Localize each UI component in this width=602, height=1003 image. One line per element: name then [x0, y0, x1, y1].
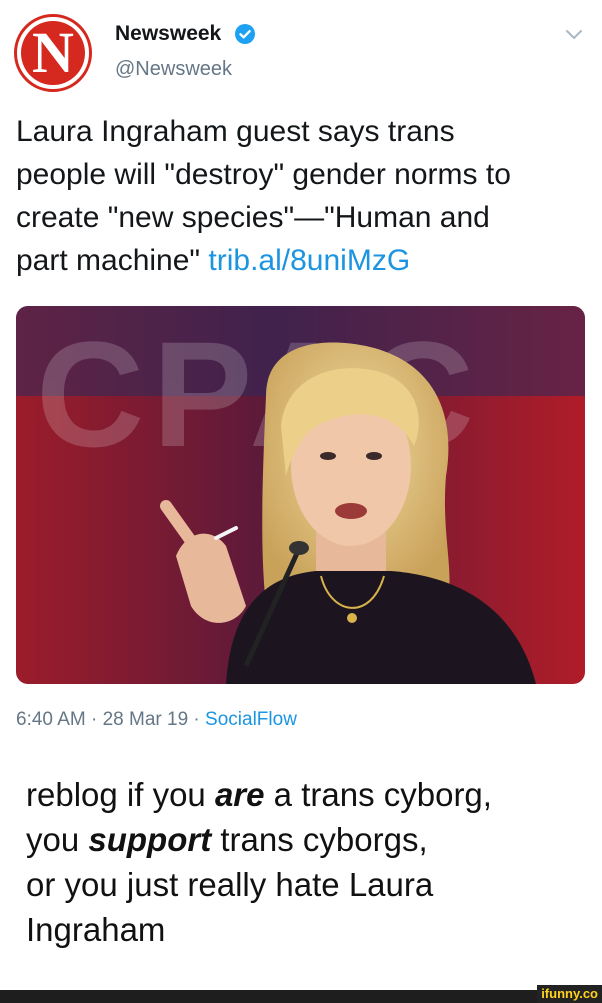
photo-illustration: CPAC — [16, 306, 585, 684]
newsweek-avatar[interactable]: N — [14, 14, 92, 92]
tweet-text: Laura Ingraham guest says trans people w… — [16, 110, 591, 282]
tweet-photo[interactable]: CPAC — [16, 306, 585, 684]
account-handle[interactable]: @Newsweek — [115, 58, 232, 81]
caption-segment: you — [26, 821, 89, 858]
caption-emphasis: support — [88, 821, 212, 858]
tweet-meta: 6:40 AM · 28 Mar 19 · SocialFlow — [16, 709, 297, 731]
avatar-letter: N — [32, 20, 74, 85]
tweet-date[interactable]: 28 Mar 19 — [103, 709, 189, 730]
tweet-text-line: Laura Ingraham guest says trans — [16, 115, 455, 148]
caption-line: Ingraham — [26, 911, 166, 948]
caption-segment: reblog if you — [26, 776, 215, 813]
chevron-down-icon[interactable] — [564, 28, 584, 42]
caption-segment: trans cyborgs, — [211, 821, 428, 858]
caption-emphasis: are — [214, 776, 265, 813]
ifunny-watermark: ifunny.co — [537, 985, 602, 1003]
caption-segment: a trans cyborg, — [264, 776, 492, 813]
tweet-card: N Newsweek @Newsweek Laura Ingraham gues… — [0, 0, 602, 745]
meta-separator: · — [85, 709, 103, 730]
bottom-bar — [0, 990, 602, 1003]
verified-badge-icon — [235, 24, 255, 44]
tweet-link[interactable]: trib.al/8uniMzG — [208, 244, 410, 277]
tweet-time[interactable]: 6:40 AM — [16, 709, 86, 730]
tweet-source[interactable]: SocialFlow — [205, 709, 297, 730]
tweet-text-line: people will "destroy" gender norms to — [16, 158, 511, 191]
caption-text: reblog if you are a trans cyborg, you su… — [26, 772, 586, 952]
tweet-text-line: create "new species"—"Human and — [16, 201, 490, 234]
caption-line: or you just really hate Laura — [26, 866, 434, 903]
meta-separator: · — [188, 709, 206, 730]
tweet-text-line: part machine" — [16, 244, 209, 277]
account-name[interactable]: Newsweek — [115, 22, 221, 46]
newsweek-logo: N — [21, 21, 85, 85]
